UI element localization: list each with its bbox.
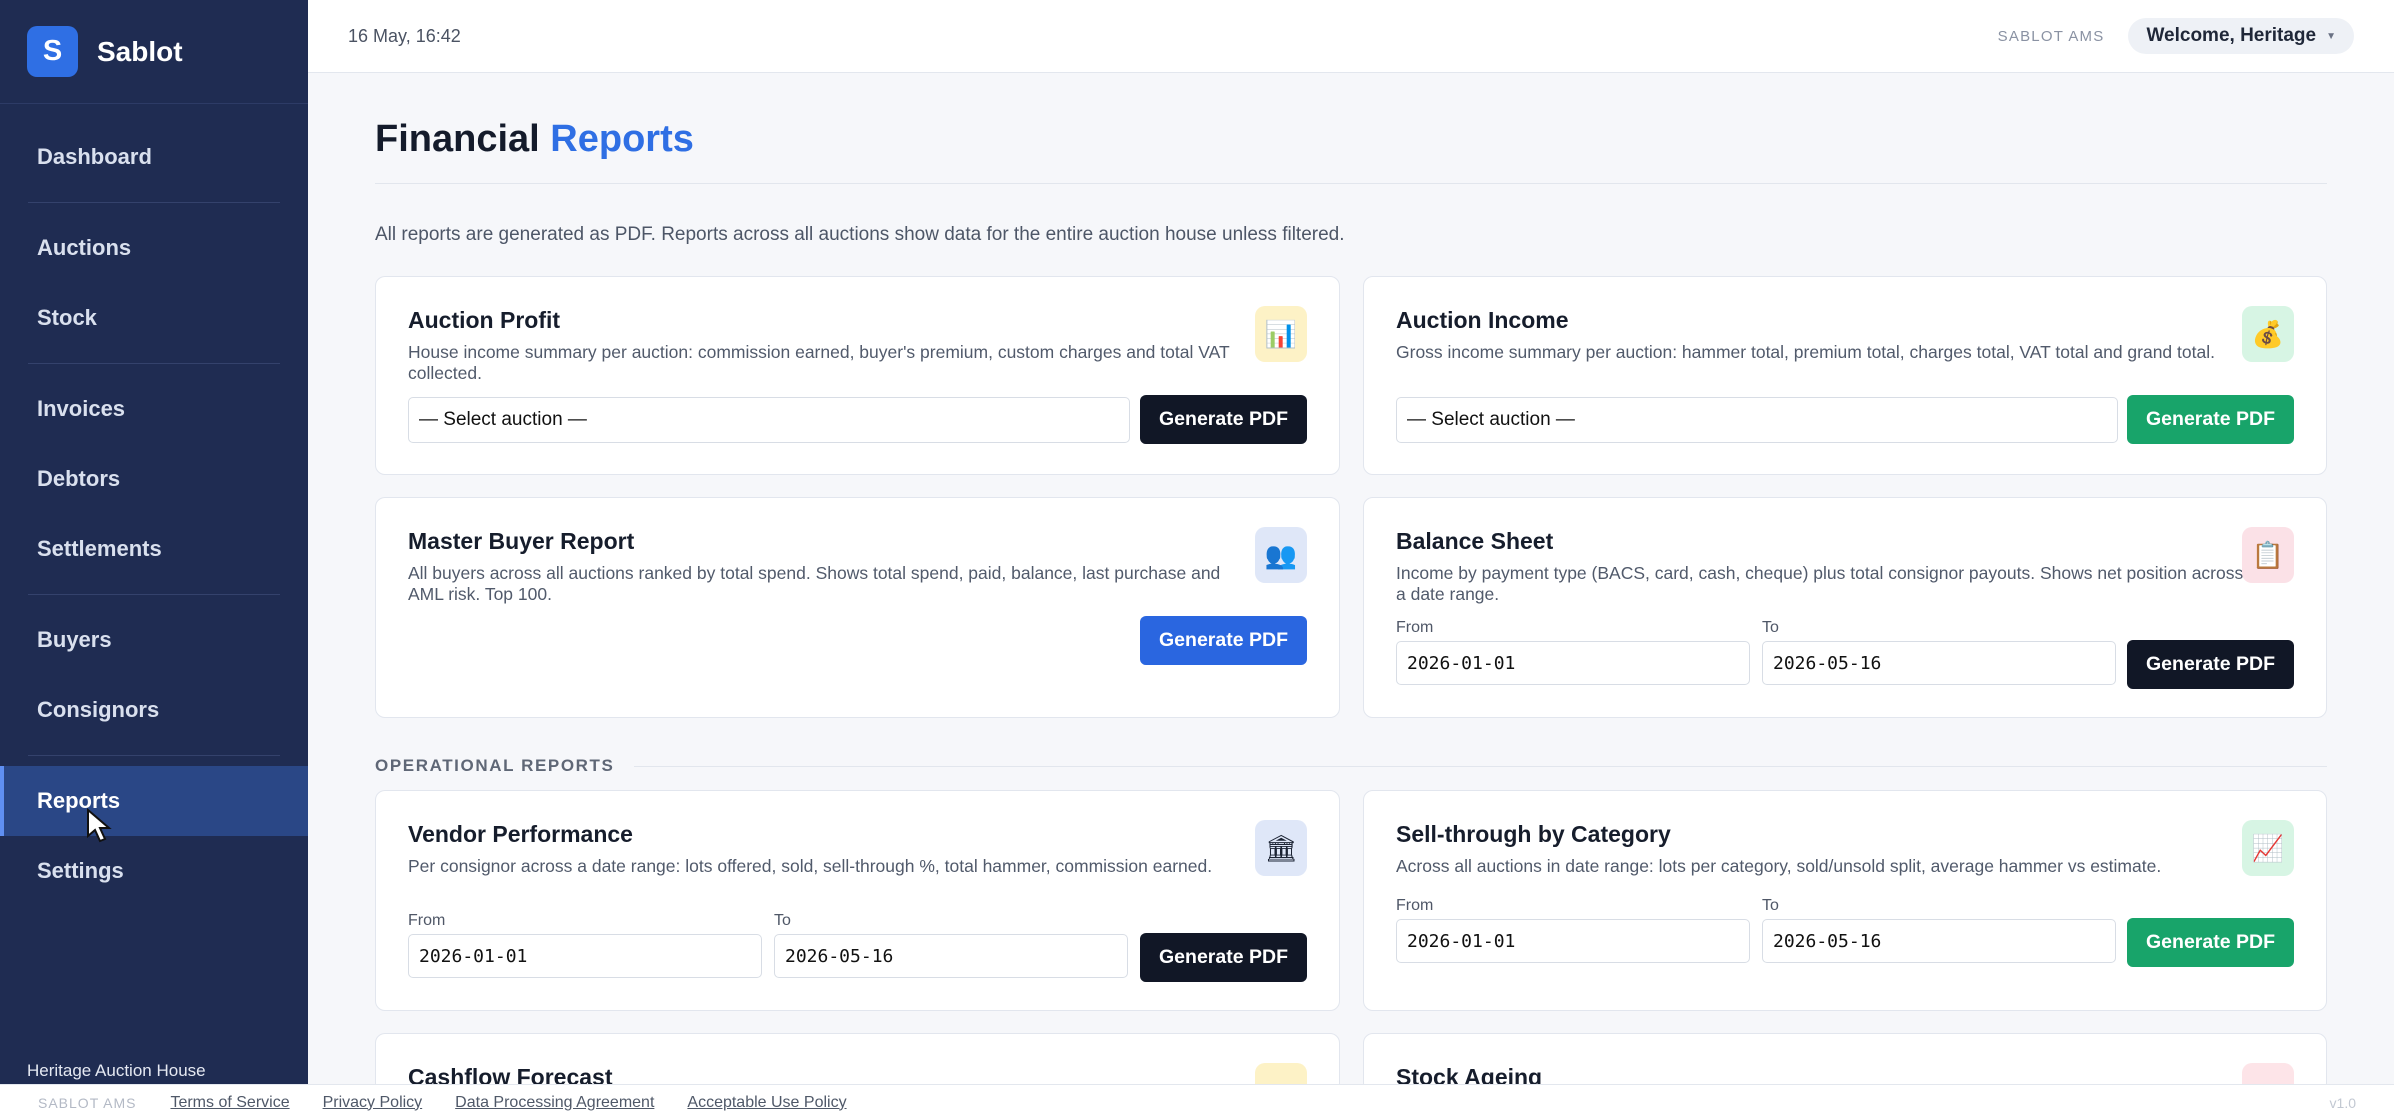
nav-divider (28, 202, 280, 203)
sidebar: S Sablot Dashboard Auctions Stock Invoic… (0, 0, 308, 1084)
section-divider (634, 765, 2327, 767)
sidebar-item-buyers[interactable]: Buyers (0, 605, 308, 675)
report-card-master-buyer: Master Buyer Report All buyers across al… (375, 497, 1340, 718)
generate-pdf-button[interactable]: Generate PDF (1140, 933, 1307, 982)
from-label: From (408, 912, 446, 929)
section-heading-text: OPERATIONAL REPORTS (375, 756, 615, 775)
current-datetime: 16 May, 16:42 (348, 25, 461, 46)
page-title-main: Financial (375, 118, 540, 160)
card-title: Master Buyer Report (408, 528, 635, 554)
terms-link[interactable]: Terms of Service (170, 1094, 289, 1112)
page-title: Financial Reports (375, 118, 2327, 161)
to-date-input[interactable]: 2026-05-16 (1762, 641, 2116, 685)
generate-pdf-button[interactable]: Generate PDF (2127, 395, 2294, 444)
from-label: From (1396, 619, 1434, 636)
sidebar-item-settings[interactable]: Settings (0, 836, 308, 906)
main-content: Financial Reports All reports are genera… (375, 73, 2327, 1119)
footer-app-label: SABLOT AMS (38, 1094, 137, 1111)
nav-divider (28, 755, 280, 756)
generate-pdf-button[interactable]: Generate PDF (2127, 640, 2294, 689)
privacy-link[interactable]: Privacy Policy (323, 1094, 423, 1112)
report-card-auction-income: Auction Income Gross income summary per … (1363, 276, 2327, 475)
from-date-input[interactable]: 2026-01-01 (408, 934, 762, 978)
sidebar-nav: Dashboard Auctions Stock Invoices Debtor… (0, 104, 308, 906)
sidebar-org-name: Heritage Auction House (27, 1061, 206, 1080)
card-description: Per consignor across a date range: lots … (408, 856, 1213, 876)
brand[interactable]: S Sablot (0, 0, 308, 104)
trend-up-icon: 📈 (2242, 820, 2294, 876)
title-divider (375, 183, 2327, 184)
nav-divider (28, 363, 280, 364)
sidebar-item-auctions[interactable]: Auctions (0, 213, 308, 283)
page-intro: All reports are generated as PDF. Report… (375, 224, 1345, 245)
report-card-sell-through: Sell-through by Category Across all auct… (1363, 790, 2327, 1011)
report-card-auction-profit: Auction Profit House income summary per … (375, 276, 1340, 475)
footer: SABLOT AMS Terms of Service Privacy Poli… (0, 1084, 2394, 1120)
card-title: Vendor Performance (408, 821, 633, 847)
card-description: Income by payment type (BACS, card, cash… (1396, 563, 2244, 604)
sidebar-item-stock[interactable]: Stock (0, 283, 308, 353)
user-menu-button[interactable]: Welcome, Heritage ▼ (2128, 18, 2354, 54)
brand-name: Sablot (97, 35, 183, 67)
card-title: Sell-through by Category (1396, 821, 1671, 847)
bar-chart-icon: 📊 (1255, 306, 1307, 362)
sidebar-item-debtors[interactable]: Debtors (0, 444, 308, 514)
version-label: v1.0 (2329, 1094, 2356, 1111)
sidebar-item-settlements[interactable]: Settlements (0, 514, 308, 584)
chevron-down-icon: ▼ (2326, 30, 2336, 42)
auction-select[interactable]: — Select auction — (1396, 397, 2118, 443)
generate-pdf-button[interactable]: Generate PDF (1140, 616, 1307, 665)
sidebar-item-reports[interactable]: Reports (0, 766, 308, 836)
section-heading-operational: OPERATIONAL REPORTS (375, 756, 2327, 776)
welcome-text: Welcome, Heritage (2146, 25, 2317, 46)
to-label: To (1762, 897, 1779, 914)
to-date-input[interactable]: 2026-05-16 (774, 934, 1128, 978)
card-title: Auction Income (1396, 307, 1569, 333)
card-description: House income summary per auction: commis… (408, 342, 1230, 383)
sidebar-item-invoices[interactable]: Invoices (0, 374, 308, 444)
page-title-accent: Reports (550, 118, 694, 160)
money-bag-icon: 💰 (2242, 306, 2294, 362)
bank-icon: 🏛 (1255, 820, 1307, 876)
people-icon: 👥 (1255, 527, 1307, 583)
topbar: 16 May, 16:42 SABLOT AMS Welcome, Herita… (308, 0, 2394, 73)
to-date-input[interactable]: 2026-05-16 (1762, 919, 2116, 963)
generate-pdf-button[interactable]: Generate PDF (1140, 395, 1307, 444)
app-label: SABLOT AMS (1997, 27, 2105, 45)
aup-link[interactable]: Acceptable Use Policy (687, 1094, 846, 1112)
from-label: From (1396, 897, 1434, 914)
card-description: Across all auctions in date range: lots … (1396, 856, 2162, 876)
to-label: To (1762, 619, 1779, 636)
card-title: Auction Profit (408, 307, 561, 333)
auction-select[interactable]: — Select auction — (408, 397, 1130, 443)
from-date-input[interactable]: 2026-01-01 (1396, 641, 1750, 685)
report-card-vendor-performance: Vendor Performance Per consignor across … (375, 790, 1340, 1011)
card-title: Balance Sheet (1396, 528, 1554, 554)
dpa-link[interactable]: Data Processing Agreement (455, 1094, 654, 1112)
card-description: All buyers across all auctions ranked by… (408, 563, 1221, 604)
card-description: Gross income summary per auction: hammer… (1396, 342, 2215, 362)
from-date-input[interactable]: 2026-01-01 (1396, 919, 1750, 963)
report-card-balance-sheet: Balance Sheet Income by payment type (BA… (1363, 497, 2327, 718)
brand-logo: S (27, 26, 78, 77)
to-label: To (774, 912, 791, 929)
clipboard-icon: 📋 (2242, 527, 2294, 583)
mouse-cursor-icon (87, 808, 112, 843)
sidebar-item-dashboard[interactable]: Dashboard (0, 122, 308, 192)
sidebar-item-consignors[interactable]: Consignors (0, 675, 308, 745)
generate-pdf-button[interactable]: Generate PDF (2127, 918, 2294, 967)
nav-divider (28, 594, 280, 595)
